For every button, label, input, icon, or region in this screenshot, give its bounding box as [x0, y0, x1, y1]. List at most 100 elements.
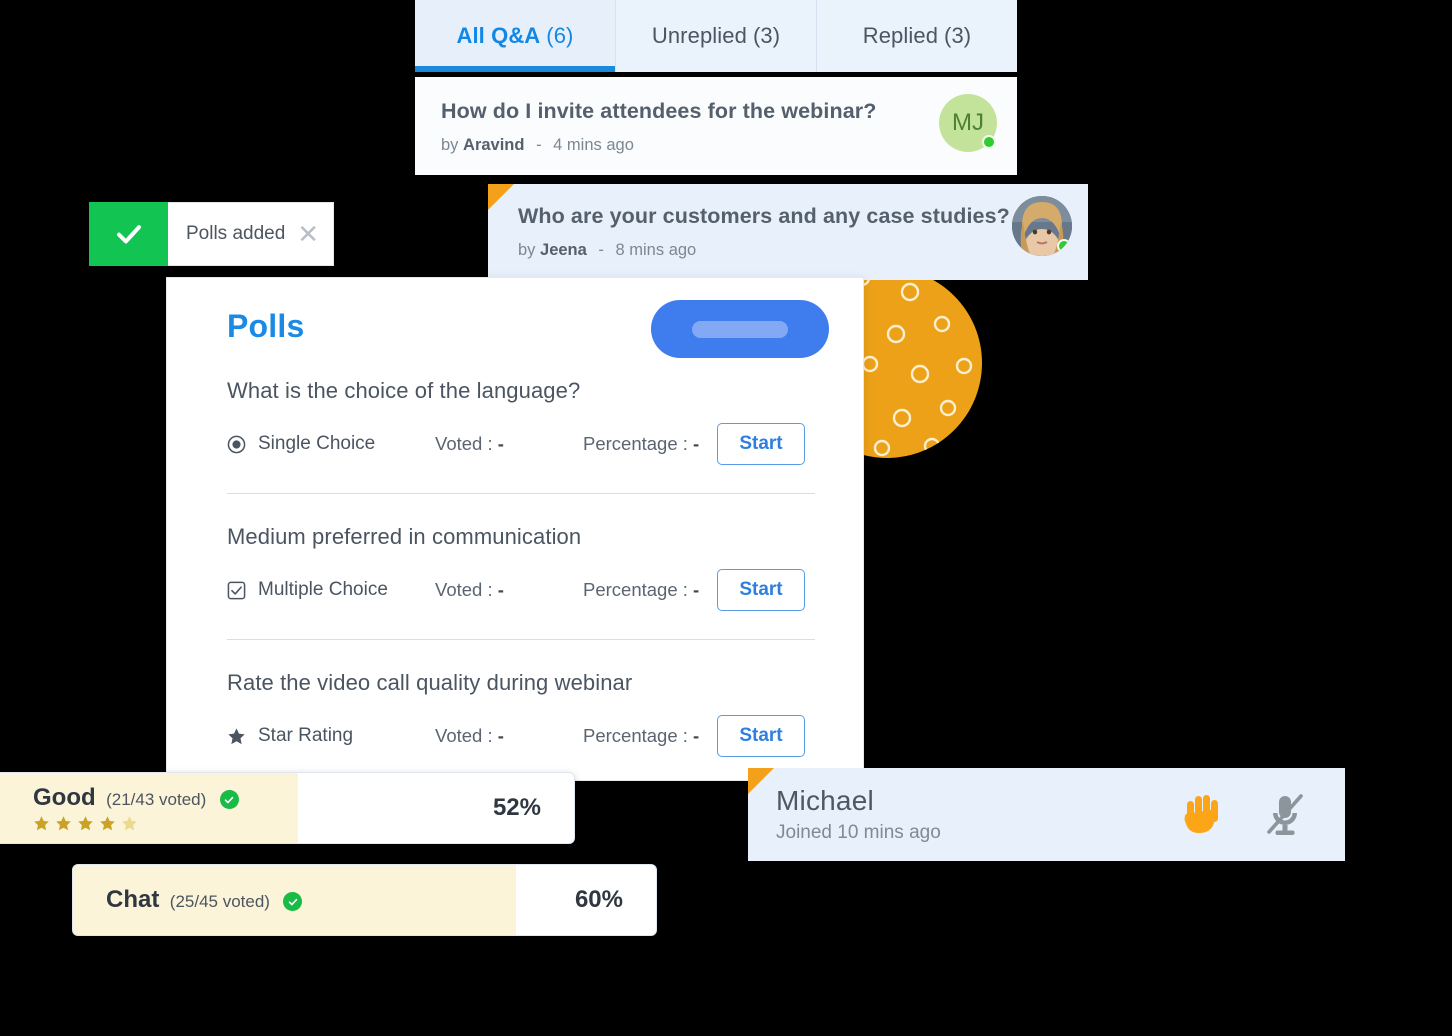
- poll-percentage-value: -: [693, 725, 700, 746]
- qa-author: Jeena: [540, 241, 587, 259]
- poll-row: Multiple Choice Voted : - Percentage : -…: [227, 569, 863, 611]
- poll-percentage: Percentage : -: [583, 579, 717, 601]
- poll-option-votes: (25/45 voted): [169, 892, 270, 911]
- poll-option-votes: (21/43 voted): [106, 790, 207, 809]
- poll-type-label: Star Rating: [258, 725, 354, 746]
- poll-voted: Voted : -: [435, 433, 583, 455]
- poll-type: Multiple Choice: [227, 579, 435, 601]
- corner-flag-icon: [748, 768, 774, 794]
- tab-unreplied[interactable]: Unreplied (3): [616, 0, 817, 72]
- star-rating: [33, 815, 239, 832]
- qa-timestamp: 8 mins ago: [615, 241, 697, 259]
- tab-replied-label: Replied: [862, 23, 939, 48]
- create-poll-button[interactable]: [651, 300, 829, 358]
- poll-option-name: Good: [33, 784, 96, 811]
- avatar: [1012, 196, 1072, 256]
- poll-percentage: Percentage : -: [583, 433, 717, 455]
- poll-voted-label: Voted :: [435, 725, 493, 746]
- check-icon: [89, 202, 168, 266]
- qa-question-meta: by Aravind - 4 mins ago: [441, 136, 991, 155]
- radio-icon: [227, 435, 246, 454]
- poll-question: What is the choice of the language?: [227, 378, 581, 403]
- polls-header: Polls: [167, 278, 863, 374]
- poll-list-item: What is the choice of the language? Sing…: [167, 374, 863, 465]
- poll-type: Single Choice: [227, 433, 435, 455]
- poll-row: Single Choice Voted : - Percentage : - S…: [227, 423, 863, 465]
- page-title: Polls: [227, 308, 305, 344]
- divider: [227, 639, 815, 640]
- qa-by-prefix: by: [441, 136, 459, 154]
- avatar-initials: MJ: [952, 109, 984, 136]
- tab-all-qa-label: All Q&A: [456, 23, 541, 48]
- corner-flag-icon: [488, 184, 514, 210]
- button-placeholder-bar: [692, 320, 788, 338]
- qa-question-text: Who are your customers and any case stud…: [518, 204, 1010, 228]
- poll-percentage-value: -: [693, 433, 700, 454]
- poll-percentage-label: Percentage :: [583, 725, 688, 746]
- qa-tab-bar: All Q&A (6) Unreplied (3) Replied (3): [415, 0, 1017, 72]
- poll-list-item: Medium preferred in communication Multip…: [167, 520, 863, 611]
- toast-message: Polls added: [186, 223, 286, 244]
- poll-question: Rate the video call quality during webin…: [227, 670, 633, 695]
- poll-voted-value: -: [497, 433, 504, 454]
- tab-unreplied-count: (3): [752, 23, 781, 48]
- screenshot-stage: All Q&A (6) Unreplied (3) Replied (3) Ho…: [0, 0, 1452, 1036]
- poll-result-label: Chat (25/45 voted): [73, 886, 303, 914]
- mic-muted-icon[interactable]: [1263, 792, 1307, 838]
- tab-all-qa[interactable]: All Q&A (6): [415, 0, 616, 72]
- poll-result-bar[interactable]: Good (21/43 voted) 52%: [0, 772, 575, 844]
- qa-question-text: How do I invite attendees for the webina…: [441, 99, 877, 123]
- poll-percentage-label: Percentage :: [583, 433, 688, 454]
- toast-body: Polls added ✕: [168, 202, 334, 266]
- poll-type: Star Rating: [227, 725, 435, 747]
- tab-replied[interactable]: Replied (3): [817, 0, 1017, 72]
- poll-option-name: Chat: [106, 886, 160, 913]
- poll-result-percent: 52%: [492, 794, 541, 821]
- poll-result-percent: 60%: [574, 886, 623, 913]
- verified-check-icon: [283, 892, 303, 912]
- poll-voted-label: Voted :: [435, 579, 493, 600]
- poll-percentage-label: Percentage :: [583, 579, 688, 600]
- star-icon: [56, 816, 71, 831]
- qa-question-card[interactable]: How do I invite attendees for the webina…: [415, 77, 1017, 175]
- poll-list-item: Rate the video call quality during webin…: [167, 666, 863, 757]
- poll-type-label: Multiple Choice: [258, 579, 388, 600]
- checkbox-icon: [227, 581, 246, 600]
- close-icon[interactable]: ✕: [297, 221, 319, 247]
- qa-timestamp: 4 mins ago: [553, 136, 634, 154]
- participant-card[interactable]: Michael Joined 10 mins ago: [748, 768, 1345, 861]
- polls-panel: Polls What is the choice of the language…: [166, 277, 864, 781]
- tab-all-qa-count: (6): [546, 23, 574, 48]
- divider: [227, 493, 815, 494]
- poll-percentage: Percentage : -: [583, 725, 717, 747]
- poll-voted-value: -: [497, 579, 504, 600]
- start-poll-button[interactable]: Start: [717, 569, 805, 611]
- qa-question-card[interactable]: Who are your customers and any case stud…: [488, 184, 1088, 280]
- online-status-dot: [982, 135, 996, 149]
- participant-actions: [1181, 792, 1307, 838]
- verified-check-icon: [219, 790, 239, 810]
- toast-notification: Polls added ✕: [89, 202, 334, 266]
- poll-type-label: Single Choice: [258, 433, 376, 454]
- tab-replied-count: (3): [944, 23, 972, 48]
- avatar: MJ: [939, 94, 997, 152]
- poll-percentage-value: -: [693, 579, 700, 600]
- qa-meta-dash: -: [598, 241, 604, 259]
- star-icon: [100, 816, 115, 831]
- poll-question: Medium preferred in communication: [227, 524, 582, 549]
- poll-voted-label: Voted :: [435, 433, 493, 454]
- poll-voted: Voted : -: [435, 579, 583, 601]
- start-poll-button[interactable]: Start: [717, 423, 805, 465]
- qa-by-prefix: by: [518, 241, 536, 259]
- poll-result-label: Good (21/43 voted): [0, 784, 239, 832]
- poll-result-bar[interactable]: Chat (25/45 voted) 60%: [72, 864, 657, 936]
- star-icon: [78, 816, 93, 831]
- star-icon-empty: [122, 816, 137, 831]
- raised-hand-icon[interactable]: [1181, 792, 1225, 838]
- poll-voted: Voted : -: [435, 725, 583, 747]
- qa-author: Aravind: [463, 136, 525, 154]
- star-icon: [34, 816, 49, 831]
- start-poll-button[interactable]: Start: [717, 715, 805, 757]
- poll-row: Star Rating Voted : - Percentage : - Sta…: [227, 715, 863, 757]
- poll-voted-value: -: [497, 725, 504, 746]
